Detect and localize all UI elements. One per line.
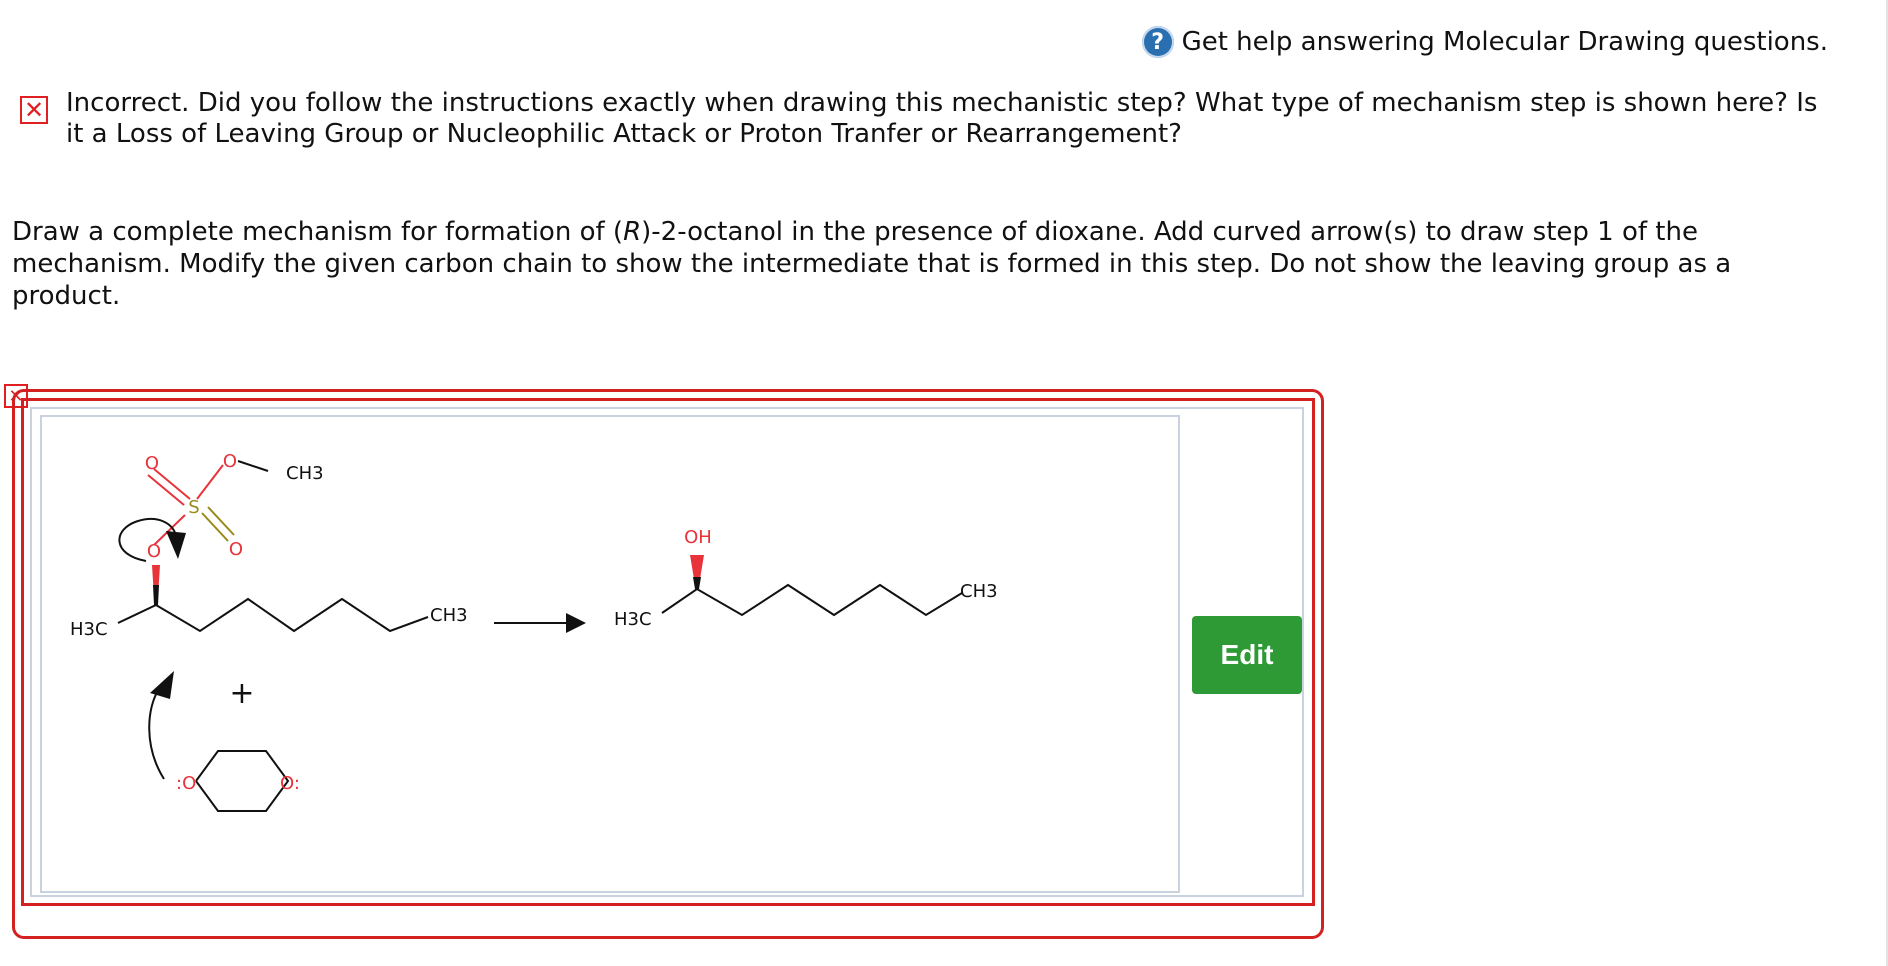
- answer-box-inner: O O CH3 S O O H3C CH3 OH H3C CH3 +:O O:: [21, 398, 1315, 906]
- reactant-chain: H3C CH3: [70, 597, 468, 640]
- sulfur-label: S: [188, 497, 199, 518]
- oxygen-label: O: [145, 453, 159, 474]
- h3c-label: H3C: [70, 619, 108, 640]
- curved-arrow-nucleophile[interactable]: [148, 671, 174, 780]
- oxygen-label: O: [223, 451, 237, 472]
- question-text: Draw a complete mechanism for formation …: [12, 216, 1832, 312]
- help-link[interactable]: ? Get help answering Molecular Drawing q…: [1141, 26, 1828, 58]
- ch3-label: CH3: [430, 605, 468, 626]
- wedge-bond: [690, 555, 704, 579]
- wedge-bond: [693, 577, 701, 589]
- question-italic: R: [623, 217, 642, 247]
- oh-label: OH: [684, 527, 712, 548]
- product-molecule: OH H3C CH3: [614, 527, 998, 630]
- mesylate-group: O O CH3 S O O: [145, 451, 324, 562]
- oxygen-label: O: [229, 539, 243, 560]
- feedback-text: Incorrect. Did you follow the instructio…: [66, 88, 1818, 149]
- help-text: Get help answering Molecular Drawing que…: [1181, 27, 1828, 57]
- help-icon: ?: [1141, 26, 1174, 58]
- plus-sign: +: [229, 676, 254, 711]
- ch3-label: CH3: [286, 463, 324, 484]
- canvas-frame: O O CH3 S O O H3C CH3 OH H3C CH3 +:O O:: [30, 407, 1304, 897]
- wedge-bond: [153, 585, 159, 605]
- drawing-canvas[interactable]: O O CH3 S O O H3C CH3 OH H3C CH3 +:O O:: [40, 415, 1180, 893]
- question-part1: Draw a complete mechanism for formation …: [12, 217, 624, 247]
- mechanism-drawing: O O CH3 S O O H3C CH3 OH H3C CH3 +:O O:: [70, 451, 998, 812]
- top-cut-label: [24, 0, 104, 2]
- h3c-label: H3C: [614, 609, 652, 630]
- feedback-message: ✕ Incorrect. Did you follow the instruct…: [20, 88, 1840, 150]
- edit-button[interactable]: Edit: [1192, 616, 1302, 694]
- oxygen-label: :O: [176, 773, 196, 794]
- oxygen-label: O:: [280, 773, 300, 794]
- oxygen-label: O: [147, 541, 161, 562]
- error-icon: ✕: [20, 96, 48, 124]
- ch3-label: CH3: [960, 581, 998, 602]
- dioxane-molecule: :O O:: [176, 750, 300, 812]
- answer-box: O O CH3 S O O H3C CH3 OH H3C CH3 +:O O:: [12, 389, 1324, 939]
